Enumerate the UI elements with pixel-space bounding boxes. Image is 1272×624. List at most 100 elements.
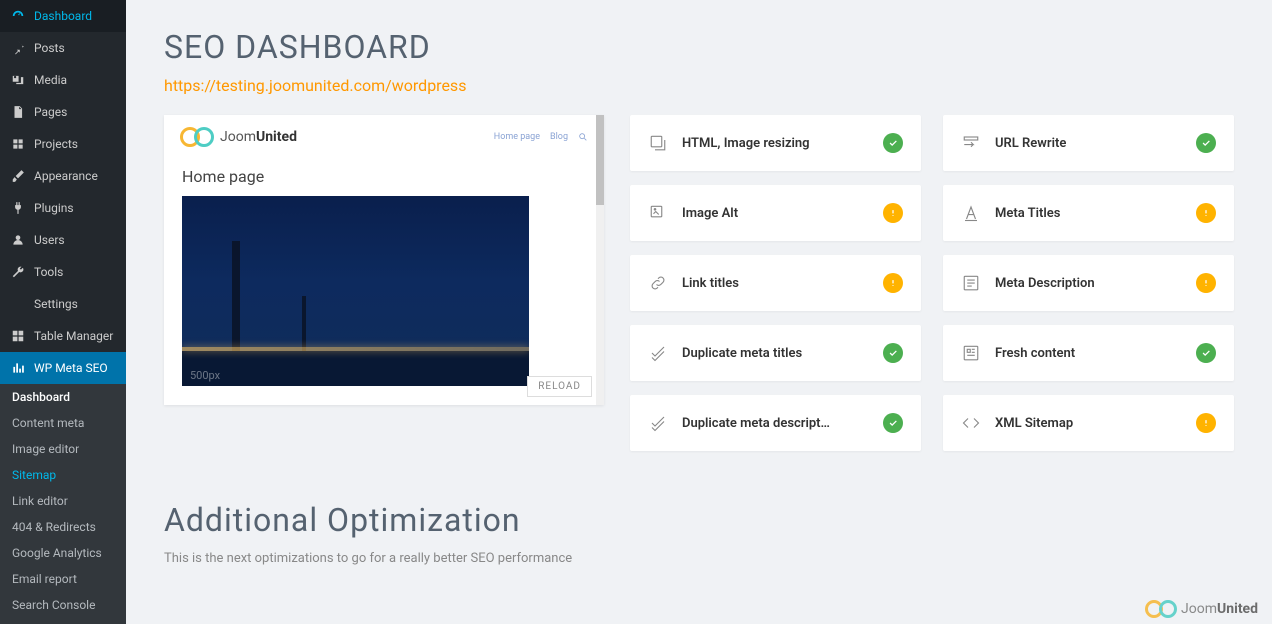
menu-settings[interactable]: Settings — [0, 288, 126, 320]
card-label: Meta Description — [995, 276, 1182, 291]
site-preview: JoomUnited Home pageBlog Home page 500px… — [164, 115, 604, 405]
seo-card[interactable]: Link titles — [630, 255, 921, 311]
section-subtitle: This is the next optimizations to go for… — [164, 551, 1234, 566]
seo-card[interactable]: HTML, Image resizing — [630, 115, 921, 171]
card-label: Fresh content — [995, 346, 1182, 361]
status-ok-icon — [883, 343, 903, 363]
menu-label: Projects — [34, 137, 78, 151]
preview-heading: Home page — [182, 167, 586, 186]
card-label: HTML, Image resizing — [682, 136, 869, 151]
menu-label: Settings — [34, 297, 78, 311]
menu-posts[interactable]: Posts — [0, 32, 126, 64]
sub-email-report[interactable]: Email report — [0, 566, 126, 592]
card-label: Meta Titles — [995, 206, 1182, 221]
preview-scrollbar[interactable] — [596, 115, 604, 405]
font-icon — [961, 203, 981, 223]
menu-label: Media — [34, 73, 67, 87]
rewrite-icon — [961, 133, 981, 153]
status-warn-icon — [883, 203, 903, 223]
seo-card[interactable]: Image Alt — [630, 185, 921, 241]
card-label: Image Alt — [682, 206, 869, 221]
check2-icon — [648, 343, 668, 363]
menu-appearance[interactable]: Appearance — [0, 160, 126, 192]
code-icon — [961, 413, 981, 433]
status-ok-icon — [883, 133, 903, 153]
menu-label: Tools — [34, 265, 63, 279]
status-ok-icon — [883, 413, 903, 433]
pin-icon — [10, 40, 26, 56]
image-resize-icon — [648, 133, 668, 153]
menu-label: Pages — [34, 105, 67, 119]
reload-button[interactable]: RELOAD — [527, 376, 592, 397]
status-warn-icon — [1196, 203, 1216, 223]
projects-icon — [10, 136, 26, 152]
menu-plugins[interactable]: Plugins — [0, 192, 126, 224]
menu-projects[interactable]: Projects — [0, 128, 126, 160]
sub-image-editor[interactable]: Image editor — [0, 436, 126, 462]
seo-card[interactable]: XML Sitemap — [943, 395, 1234, 451]
watermark: 500px — [190, 369, 220, 382]
check2-icon — [648, 413, 668, 433]
menu-label: Posts — [34, 41, 65, 55]
main-content: SEO DASHBOARD https://testing.joomunited… — [126, 0, 1272, 624]
sub-404-redirects[interactable]: 404 & Redirects — [0, 514, 126, 540]
menu-label: WP Meta SEO — [34, 361, 108, 375]
sub-content-meta[interactable]: Content meta — [0, 410, 126, 436]
sliders-icon — [10, 296, 26, 312]
image-alt-icon — [648, 203, 668, 223]
sub-link-editor[interactable]: Link editor — [0, 488, 126, 514]
menu-label: Appearance — [34, 169, 98, 183]
status-ok-icon — [1196, 133, 1216, 153]
card-label: URL Rewrite — [995, 136, 1182, 151]
link-icon — [648, 273, 668, 293]
menu-tools[interactable]: Tools — [0, 256, 126, 288]
status-warn-icon — [1196, 273, 1216, 293]
admin-sidebar: Dashboard Posts Media Pages Projects App… — [0, 0, 126, 624]
card-label: Duplicate meta titles — [682, 346, 869, 361]
status-warn-icon — [1196, 413, 1216, 433]
plug-icon — [10, 200, 26, 216]
seo-card[interactable]: URL Rewrite — [943, 115, 1234, 171]
card-label: Link titles — [682, 276, 869, 291]
menu-label: Users — [34, 233, 65, 247]
joomunited-logo: JoomUnited — [180, 127, 297, 147]
seo-card[interactable]: Duplicate meta titles — [630, 325, 921, 381]
status-warn-icon — [883, 273, 903, 293]
preview-image: 500px — [182, 196, 529, 386]
menu-wp-meta-seo[interactable]: WP Meta SEO — [0, 352, 126, 384]
page-url: https://testing.joomunited.com/wordpress — [164, 76, 1234, 95]
footer-logo: JoomUnited — [1145, 600, 1258, 618]
menu-pages[interactable]: Pages — [0, 96, 126, 128]
sub-settings[interactable]: Settings — [0, 618, 126, 624]
wrench-icon — [10, 264, 26, 280]
gauge-icon — [10, 8, 26, 24]
menu-table-manager[interactable]: Table Manager — [0, 320, 126, 352]
menu-label: Table Manager — [34, 329, 113, 343]
preview-nav: Home pageBlog — [494, 132, 588, 142]
card-label: XML Sitemap — [995, 416, 1182, 431]
seo-card[interactable]: Meta Description — [943, 255, 1234, 311]
section-title: Additional Optimization — [164, 501, 1234, 539]
menu-label: Plugins — [34, 201, 74, 215]
menu-dashboard[interactable]: Dashboard — [0, 0, 126, 32]
menu-media[interactable]: Media — [0, 64, 126, 96]
menu-users[interactable]: Users — [0, 224, 126, 256]
grid-icon — [10, 328, 26, 344]
card-label: Duplicate meta descript… — [682, 416, 869, 431]
submenu-wp-meta-seo: Dashboard Content meta Image editor Site… — [0, 384, 126, 624]
page-title: SEO DASHBOARD — [164, 28, 1234, 66]
status-ok-icon — [1196, 343, 1216, 363]
sub-google-analytics[interactable]: Google Analytics — [0, 540, 126, 566]
content-icon — [961, 343, 981, 363]
seo-card[interactable]: Fresh content — [943, 325, 1234, 381]
sub-dashboard[interactable]: Dashboard — [0, 384, 126, 410]
menu-label: Dashboard — [34, 9, 92, 23]
seo-card[interactable]: Meta Titles — [943, 185, 1234, 241]
sub-search-console[interactable]: Search Console — [0, 592, 126, 618]
desc-icon — [961, 273, 981, 293]
sub-sitemap[interactable]: Sitemap — [0, 462, 126, 488]
search-icon — [578, 132, 588, 142]
media-icon — [10, 72, 26, 88]
seo-card[interactable]: Duplicate meta descript… — [630, 395, 921, 451]
page-icon — [10, 104, 26, 120]
